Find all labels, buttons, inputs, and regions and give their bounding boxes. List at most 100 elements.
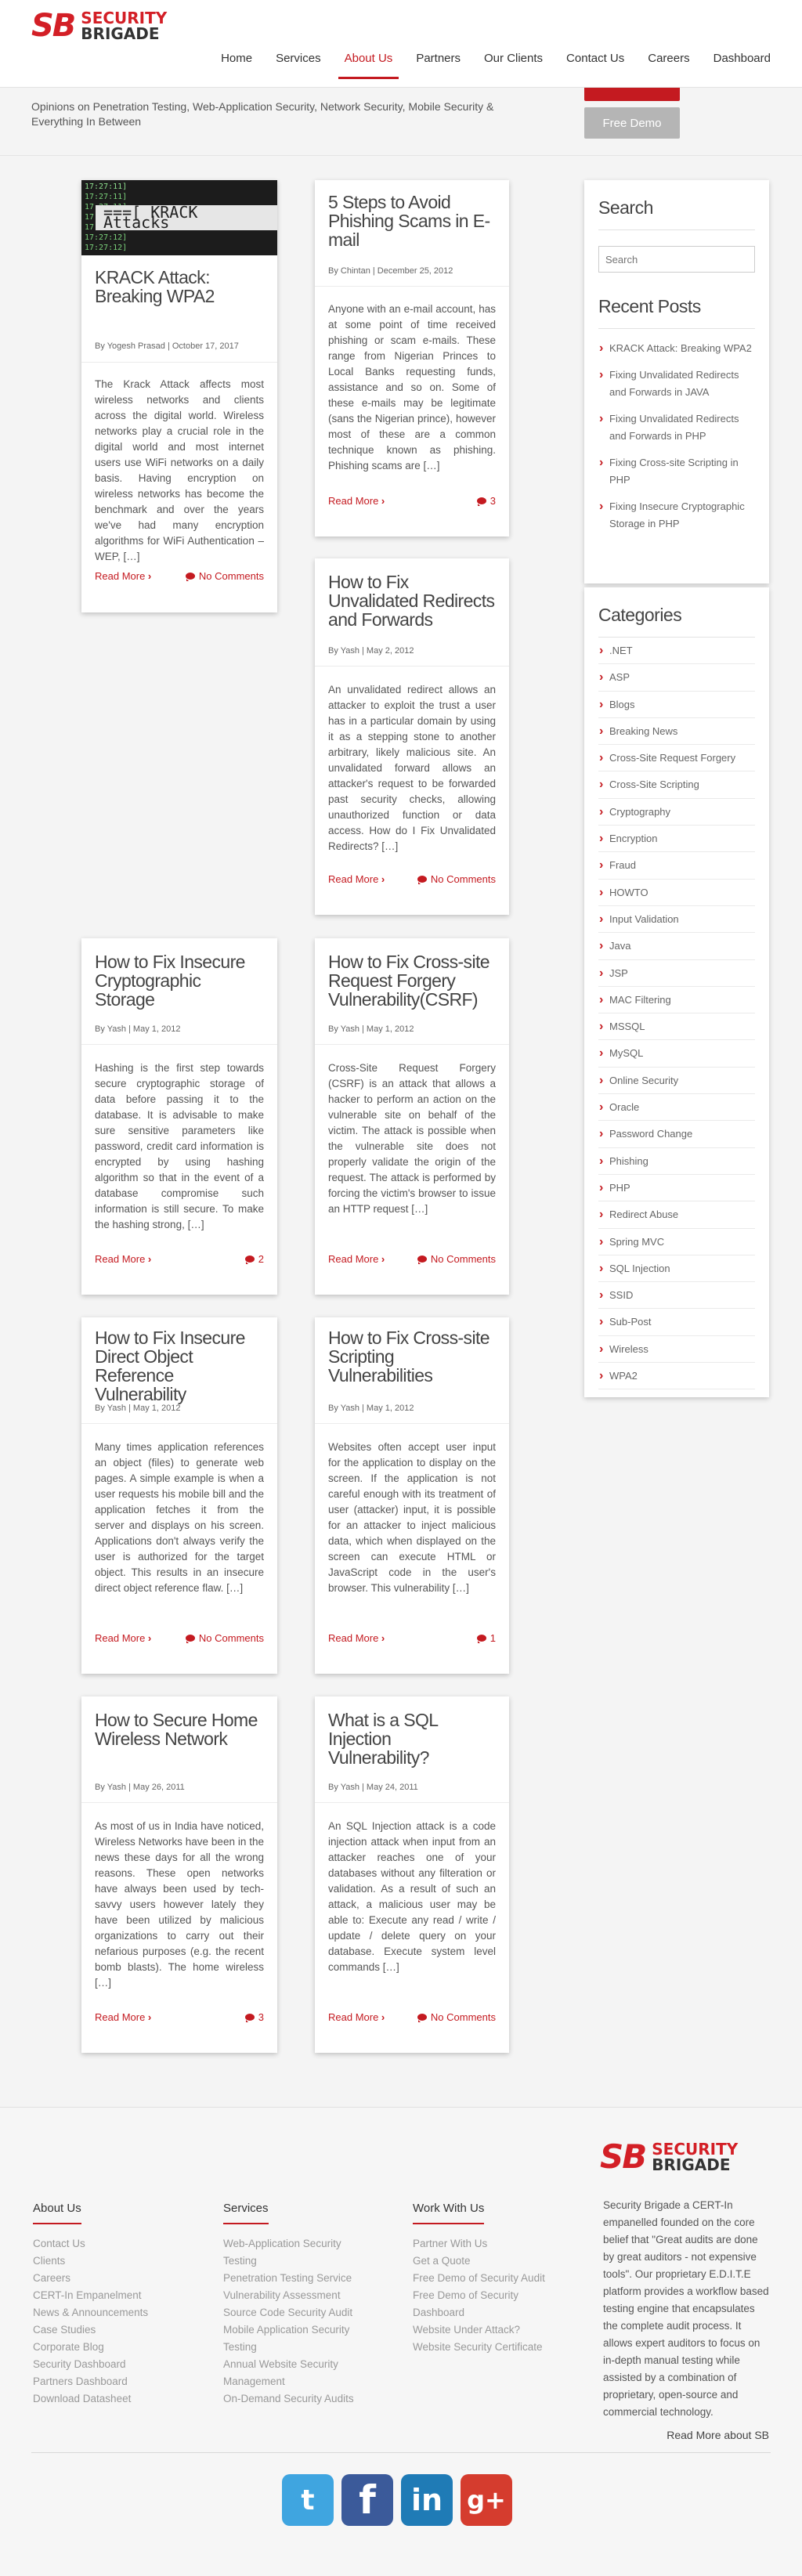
comments-link[interactable]: No Comments (417, 2011, 496, 2023)
footer-link[interactable]: Download Datasheet (33, 2390, 148, 2408)
read-more-link[interactable]: Read More (95, 2011, 151, 2023)
comments-link[interactable]: 3 (476, 495, 496, 507)
footer-link[interactable]: Careers (33, 2270, 148, 2287)
comments-link[interactable]: No Comments (185, 570, 264, 582)
category-link[interactable]: SSID (598, 1282, 755, 1310)
nav-partners[interactable]: Partners (416, 41, 461, 79)
recent-post-link[interactable]: Fixing Cross-site Scripting in PHP (598, 454, 755, 489)
read-more-link[interactable]: Read More (95, 1632, 151, 1644)
footer-link[interactable]: Partners Dashboard (33, 2373, 148, 2390)
recent-post-link[interactable]: Fixing Unvalidated Redirects and Forward… (598, 410, 755, 445)
linkedin-icon[interactable]: in (401, 2474, 453, 2526)
read-more-link[interactable]: Read More (328, 873, 385, 885)
read-more-link[interactable]: Read More (328, 2011, 385, 2023)
category-link[interactable]: MSSQL (598, 1013, 755, 1041)
comments-link[interactable]: No Comments (185, 1632, 264, 1644)
comments-link[interactable]: 2 (244, 1253, 264, 1265)
footer-link[interactable]: Web-Application Security (223, 2235, 354, 2253)
footer-link[interactable]: Clients (33, 2253, 148, 2270)
facebook-icon[interactable]: f (341, 2474, 393, 2526)
category-link[interactable]: Phishing (598, 1148, 755, 1175)
comments-link[interactable]: 1 (476, 1632, 496, 1644)
twitter-icon[interactable]: t (282, 2474, 334, 2526)
read-more-link[interactable]: Read More (328, 495, 385, 507)
free-demo-button[interactable]: Free Demo (584, 107, 680, 139)
footer-link[interactable]: Get a Quote (413, 2253, 545, 2270)
category-link[interactable]: Cross-Site Request Forgery (598, 745, 755, 772)
footer-link[interactable]: Contact Us (33, 2235, 148, 2253)
footer-link[interactable]: Vulnerability Assessment (223, 2287, 354, 2304)
category-link[interactable]: Cryptography (598, 799, 755, 826)
post-title[interactable]: KRACK Attack: Breaking WPA2 (81, 268, 277, 305)
footer-link[interactable]: Testing (223, 2339, 354, 2356)
category-link[interactable]: Spring MVC (598, 1229, 755, 1255)
category-link[interactable]: Cross-Site Scripting (598, 771, 755, 799)
footer-link[interactable]: Website Under Attack? (413, 2321, 545, 2339)
read-more-link[interactable]: Read More (328, 1253, 385, 1265)
comments-link[interactable]: 3 (244, 2011, 264, 2023)
post-title[interactable]: How to Fix Cross-site Request Forgery Vu… (315, 952, 509, 1009)
recent-post-link[interactable]: Fixing Unvalidated Redirects and Forward… (598, 367, 755, 401)
category-link[interactable]: Oracle (598, 1094, 755, 1122)
nav-our-clients[interactable]: Our Clients (484, 41, 543, 79)
footer-link[interactable]: Penetration Testing Service (223, 2270, 354, 2287)
post-title[interactable]: How to Fix Insecure Cryptographic Storag… (81, 952, 277, 1009)
footer-read-more-link[interactable]: Read More about SB (667, 2429, 769, 2441)
category-link[interactable]: Online Security (598, 1068, 755, 1095)
google-plus-icon[interactable]: g+ (461, 2474, 512, 2526)
footer-link[interactable]: On-Demand Security Audits (223, 2390, 354, 2408)
footer-link[interactable]: Corporate Blog (33, 2339, 148, 2356)
read-more-link[interactable]: Read More (95, 570, 151, 582)
category-link[interactable]: HOWTO (598, 880, 755, 906)
post-title[interactable]: 5 Steps to Avoid Phishing Scams in E-mai… (315, 193, 509, 249)
footer-logo[interactable]: SB SECURITY BRIGADE (600, 2141, 738, 2173)
footer-link[interactable]: Free Demo of Security Audit (413, 2270, 545, 2287)
site-logo[interactable]: SB SECURITY BRIGADE (31, 6, 167, 45)
footer-link[interactable]: Case Studies (33, 2321, 148, 2339)
category-link[interactable]: SQL Injection (598, 1255, 755, 1283)
comments-link[interactable]: No Comments (417, 873, 496, 885)
category-link[interactable]: Password Change (598, 1121, 755, 1148)
category-link[interactable]: Blogs (598, 692, 755, 718)
footer-link[interactable]: Mobile Application Security (223, 2321, 354, 2339)
category-link[interactable]: Wireless (598, 1336, 755, 1364)
category-link[interactable]: Breaking News (598, 718, 755, 746)
nav-careers[interactable]: Careers (648, 41, 689, 79)
footer-link[interactable]: News & Announcements (33, 2304, 148, 2321)
category-link[interactable]: Redirect Abuse (598, 1201, 755, 1229)
post-thumbnail[interactable]: 17:27:11]17:27:11]17:27:11]17:27:12]17:2… (81, 180, 277, 255)
post-title[interactable]: What is a SQL Injection Vulnerability? (315, 1711, 509, 1767)
footer-link[interactable]: Dashboard (413, 2304, 545, 2321)
category-link[interactable]: MAC Filtering (598, 987, 755, 1014)
category-link[interactable]: PHP (598, 1175, 755, 1202)
nav-about-us[interactable]: About Us (338, 41, 399, 79)
category-link[interactable]: Encryption (598, 826, 755, 853)
nav-dashboard[interactable]: Dashboard (713, 41, 771, 79)
nav-home[interactable]: Home (221, 41, 252, 79)
post-title[interactable]: How to Secure Home Wireless Network (81, 1711, 277, 1748)
read-more-link[interactable]: Read More (95, 1253, 151, 1265)
post-title[interactable]: How to Fix Unvalidated Redirects and For… (315, 573, 509, 629)
category-link[interactable]: Java (598, 933, 755, 960)
post-title[interactable]: How to Fix Insecure Direct Object Refere… (81, 1328, 277, 1404)
category-link[interactable]: .NET (598, 638, 755, 665)
category-link[interactable]: Sub-Post (598, 1309, 755, 1336)
footer-link[interactable]: Source Code Security Audit (223, 2304, 354, 2321)
footer-link[interactable]: Free Demo of Security (413, 2287, 545, 2304)
footer-link[interactable]: CERT-In Empanelment (33, 2287, 148, 2304)
comments-link[interactable]: No Comments (417, 1253, 496, 1265)
category-link[interactable]: WPA2 (598, 1363, 755, 1390)
category-link[interactable]: JSP (598, 960, 755, 987)
post-title[interactable]: How to Fix Cross-site Scripting Vulnerab… (315, 1328, 509, 1385)
footer-link[interactable]: Annual Website Security (223, 2356, 354, 2373)
footer-link[interactable]: Management (223, 2373, 354, 2390)
read-more-link[interactable]: Read More (328, 1632, 385, 1644)
nav-services[interactable]: Services (276, 41, 321, 79)
footer-link[interactable]: Partner With Us (413, 2235, 545, 2253)
recent-post-link[interactable]: KRACK Attack: Breaking WPA2 (598, 340, 755, 357)
footer-link[interactable]: Testing (223, 2253, 354, 2270)
search-input[interactable] (598, 246, 755, 273)
footer-link[interactable]: Security Dashboard (33, 2356, 148, 2373)
category-link[interactable]: MySQL (598, 1040, 755, 1068)
category-link[interactable]: ASP (598, 664, 755, 692)
